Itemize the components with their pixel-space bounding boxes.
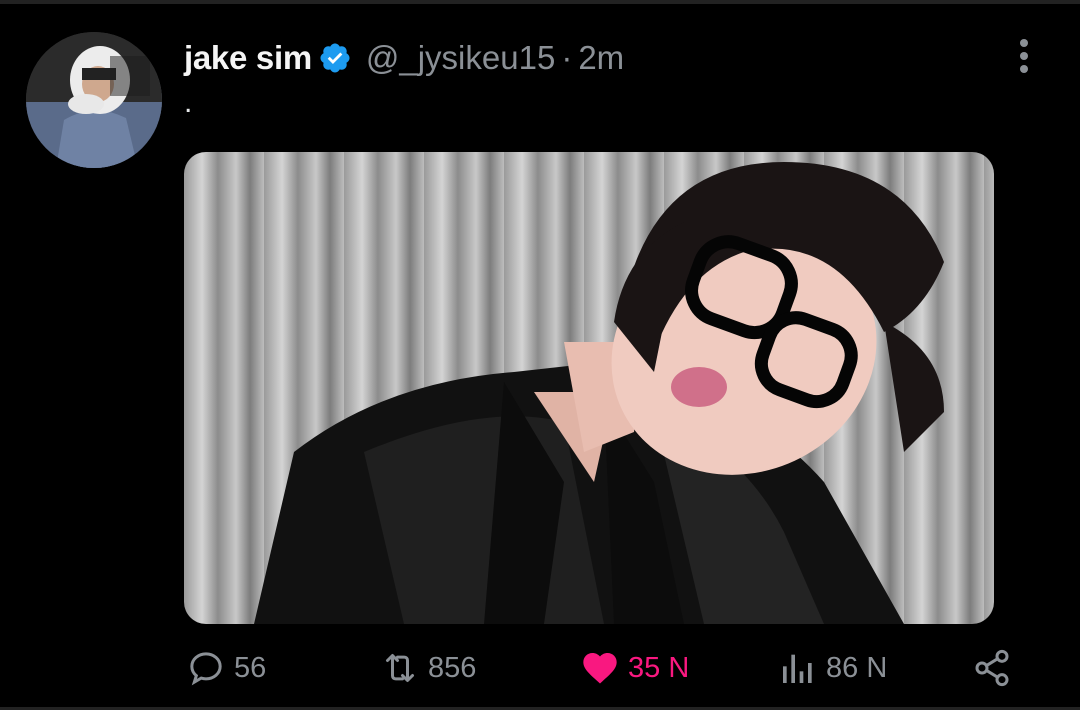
like-action[interactable]: 35 N <box>580 640 689 696</box>
photo-content <box>254 162 944 624</box>
retweet-count: 856 <box>428 651 477 684</box>
separator-dot: · <box>561 39 573 76</box>
reply-count: 56 <box>234 651 267 684</box>
avatar[interactable] <box>26 32 162 168</box>
retweet-icon <box>386 654 414 682</box>
avatar-image <box>26 32 162 168</box>
user-handle[interactable]: @_jysikeu15 <box>366 39 555 77</box>
action-bar: 56 856 35 N 86 N <box>0 640 1080 696</box>
timestamp[interactable]: 2m <box>578 39 624 77</box>
retweet-action[interactable]: 856 <box>380 640 476 696</box>
heart-icon <box>583 653 617 684</box>
tweet-card: jake sim @_jysikeu15 · 2m . 56 856 35 N … <box>0 0 1080 710</box>
reply-action[interactable]: 56 <box>186 640 266 696</box>
reply-icon <box>190 652 222 686</box>
share-action[interactable] <box>972 640 1020 696</box>
display-name[interactable]: jake sim <box>184 39 312 77</box>
verified-badge-icon <box>320 43 350 73</box>
views-chart-icon <box>783 654 812 683</box>
tweet-text: . <box>184 86 193 119</box>
views-action[interactable]: 86 N <box>778 640 887 696</box>
tweet-header: jake sim @_jysikeu15 · 2m <box>184 37 624 79</box>
share-icon <box>975 649 1009 687</box>
more-vertical-icon[interactable] <box>1014 38 1034 74</box>
tweet-photo[interactable] <box>184 152 994 624</box>
views-count: 86 N <box>826 651 888 684</box>
like-count: 35 N <box>628 651 690 684</box>
